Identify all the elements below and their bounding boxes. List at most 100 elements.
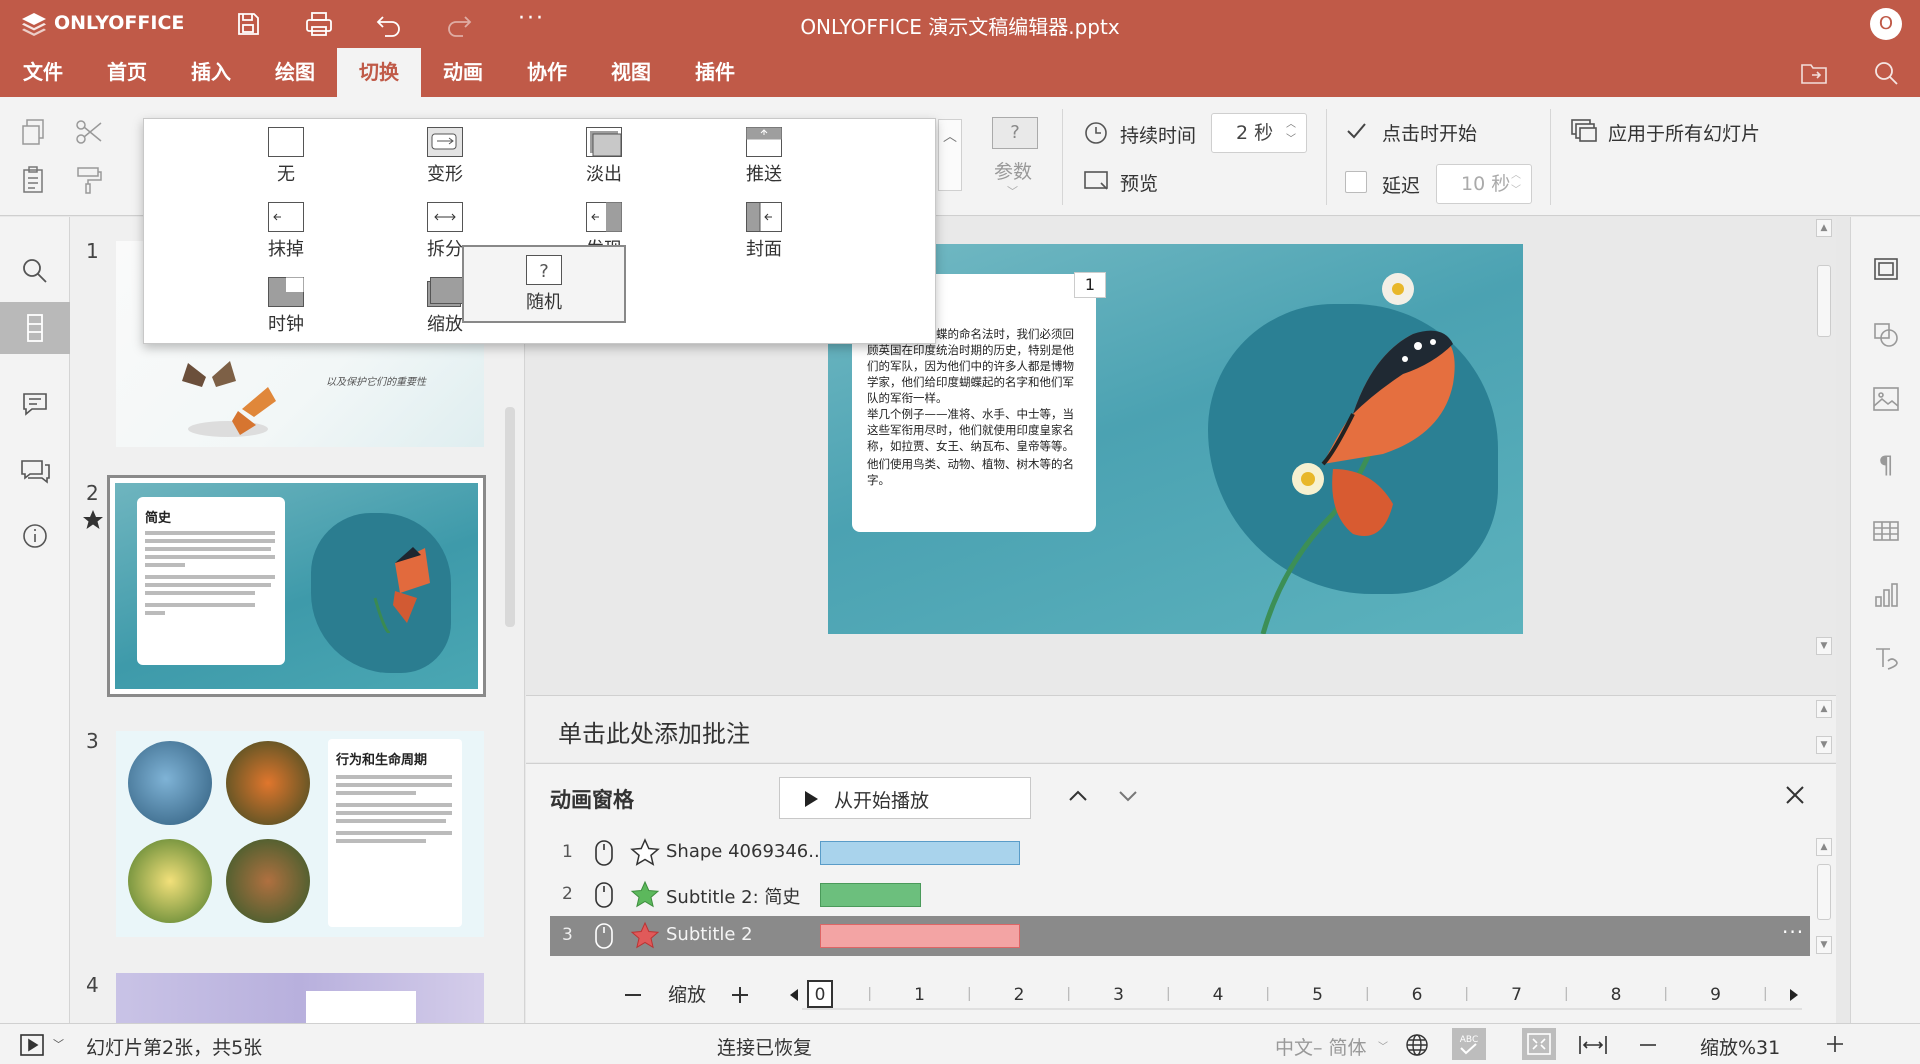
- slide-thumbnail-3[interactable]: 行为和生命周期: [116, 731, 484, 937]
- transitions-scroll[interactable]: ︿: [938, 119, 962, 191]
- timeline-bar[interactable]: [820, 883, 921, 907]
- transition-random[interactable]: ? 随机: [462, 245, 626, 323]
- transition-cover[interactable]: 封面: [684, 194, 844, 269]
- spin-up-icon[interactable]: ︿: [1286, 119, 1298, 131]
- save-icon[interactable]: [234, 10, 262, 38]
- preview-label[interactable]: 预览: [1120, 169, 1158, 196]
- menu-view[interactable]: 视图: [592, 48, 670, 97]
- animation-row-1[interactable]: 1 Shape 4069346...: [550, 833, 1810, 873]
- scroll-down-icon[interactable]: ▼: [1816, 637, 1832, 655]
- zoom-in-icon[interactable]: [731, 986, 749, 1004]
- transition-wipe[interactable]: 抹掉: [206, 194, 366, 269]
- move-up-icon[interactable]: [1066, 784, 1090, 808]
- transition-push[interactable]: 推送: [684, 119, 844, 194]
- paste-icon[interactable]: [18, 163, 52, 197]
- notes-pane[interactable]: 单击此处添加批注 ▲ ▼: [526, 695, 1836, 762]
- timeline-bar[interactable]: [820, 841, 1020, 865]
- undo-icon[interactable]: [375, 10, 403, 38]
- scroll-up-icon[interactable]: ▲: [1816, 700, 1832, 718]
- table-settings-icon[interactable]: [1868, 513, 1904, 549]
- start-on-click-checkbox[interactable]: [1345, 120, 1367, 142]
- zoom-in-icon[interactable]: [1825, 1034, 1845, 1054]
- search-icon[interactable]: [1872, 59, 1900, 87]
- row-more-icon[interactable]: ···: [1782, 920, 1804, 944]
- transition-none[interactable]: 无: [206, 119, 366, 194]
- move-down-icon[interactable]: [1116, 784, 1140, 808]
- cut-icon[interactable]: [72, 115, 106, 149]
- timeline-ruler[interactable]: 0 1 2 3 4 5 6 7 8 9: [802, 978, 1802, 1010]
- user-avatar[interactable]: O: [1870, 8, 1902, 40]
- scroll-thumb[interactable]: [505, 407, 515, 627]
- duration-input[interactable]: 2 秒 ︿ ﹀: [1211, 113, 1307, 153]
- paragraph-settings-icon[interactable]: ¶: [1868, 447, 1904, 483]
- timeline-bar[interactable]: [820, 924, 1020, 948]
- timeline-right-icon[interactable]: [1788, 988, 1800, 1002]
- menu-file[interactable]: 文件: [4, 48, 82, 97]
- language-globe-icon[interactable]: [1404, 1032, 1430, 1058]
- image-settings-icon[interactable]: [1868, 381, 1904, 417]
- open-location-icon[interactable]: [1800, 60, 1828, 86]
- copy-icon[interactable]: [18, 115, 52, 149]
- redo-icon[interactable]: [445, 10, 473, 38]
- delay-checkbox[interactable]: [1345, 171, 1367, 193]
- menu-transitions[interactable]: 切换: [337, 48, 421, 97]
- menu-insert[interactable]: 插入: [172, 48, 250, 97]
- slides-icon[interactable]: [18, 311, 52, 345]
- transition-morph[interactable]: 变形: [365, 119, 525, 194]
- scroll-down-icon[interactable]: ▼: [1816, 736, 1832, 754]
- scroll-thumb[interactable]: [1817, 864, 1831, 920]
- find-icon[interactable]: [18, 254, 52, 288]
- editor-scrollbar[interactable]: ▲ ▼: [1814, 217, 1834, 695]
- delay-label[interactable]: 延迟: [1382, 171, 1420, 198]
- chevron-down-icon[interactable]: ﹀: [1007, 183, 1018, 199]
- slideshow-dropdown-icon[interactable]: ﹀: [53, 1036, 64, 1052]
- slide-thumbnail-4[interactable]: [116, 973, 484, 1023]
- timeline-left-icon[interactable]: [788, 988, 800, 1002]
- preview-icon[interactable]: [1083, 169, 1111, 193]
- play-from-start-button[interactable]: 从开始播放: [779, 777, 1031, 819]
- zoom-out-icon[interactable]: [1638, 1036, 1658, 1054]
- info-icon[interactable]: [18, 519, 52, 553]
- menu-animation[interactable]: 动画: [424, 48, 502, 97]
- apply-all-icon[interactable]: [1570, 118, 1598, 144]
- scroll-down-icon[interactable]: ▼: [1816, 936, 1832, 954]
- slideshow-play-icon[interactable]: [20, 1034, 44, 1056]
- slide-thumbnail-2[interactable]: 简史: [115, 483, 478, 689]
- menu-plugins[interactable]: 插件: [676, 48, 754, 97]
- chat-icon[interactable]: [18, 455, 52, 489]
- spin-down-icon[interactable]: ﹀: [1511, 185, 1523, 197]
- more-icon[interactable]: ···: [518, 6, 545, 31]
- apply-all-label[interactable]: 应用于所有幻灯片: [1608, 119, 1760, 146]
- print-icon[interactable]: [304, 10, 334, 38]
- start-on-click-label[interactable]: 点击时开始: [1382, 119, 1477, 146]
- chevron-up-icon[interactable]: ︿: [939, 126, 961, 146]
- shape-settings-icon[interactable]: [1868, 317, 1904, 353]
- delay-input[interactable]: 10 秒 ︿ ﹀: [1436, 164, 1532, 204]
- fit-slide-icon[interactable]: [1522, 1028, 1556, 1060]
- transition-clock[interactable]: 时钟: [206, 269, 366, 344]
- placeholder-number[interactable]: 1: [1074, 272, 1106, 298]
- spin-down-icon[interactable]: ﹀: [1286, 134, 1298, 146]
- chevron-down-icon[interactable]: ﹀: [1378, 1038, 1388, 1053]
- animation-row-3-selected[interactable]: 3 Subtitle 2 ···: [550, 916, 1810, 956]
- params-icon[interactable]: ?: [992, 117, 1038, 149]
- language-select[interactable]: 中文– 简体: [1275, 1033, 1367, 1060]
- zoom-out-icon[interactable]: [624, 986, 642, 1004]
- menu-home[interactable]: 首页: [88, 48, 166, 97]
- comments-icon[interactable]: [18, 387, 52, 421]
- spin-up-icon[interactable]: ︿: [1511, 170, 1523, 182]
- close-icon[interactable]: [1784, 784, 1806, 806]
- chart-settings-icon[interactable]: [1868, 577, 1904, 613]
- slide-settings-icon[interactable]: [1868, 251, 1904, 287]
- fit-width-icon[interactable]: [1578, 1032, 1608, 1058]
- format-painter-icon[interactable]: [72, 163, 106, 197]
- animation-row-2[interactable]: 2 Subtitle 2: 简史: [550, 875, 1810, 915]
- menu-draw[interactable]: 绘图: [256, 48, 334, 97]
- menu-collaboration[interactable]: 协作: [508, 48, 586, 97]
- notes-placeholder[interactable]: 单击此处添加批注: [558, 714, 750, 749]
- scroll-thumb[interactable]: [1817, 265, 1831, 337]
- spellcheck-icon[interactable]: ABC: [1452, 1028, 1486, 1060]
- params-label[interactable]: 参数: [994, 157, 1032, 184]
- text-art-settings-icon[interactable]: [1868, 641, 1904, 677]
- scroll-up-icon[interactable]: ▲: [1816, 838, 1832, 856]
